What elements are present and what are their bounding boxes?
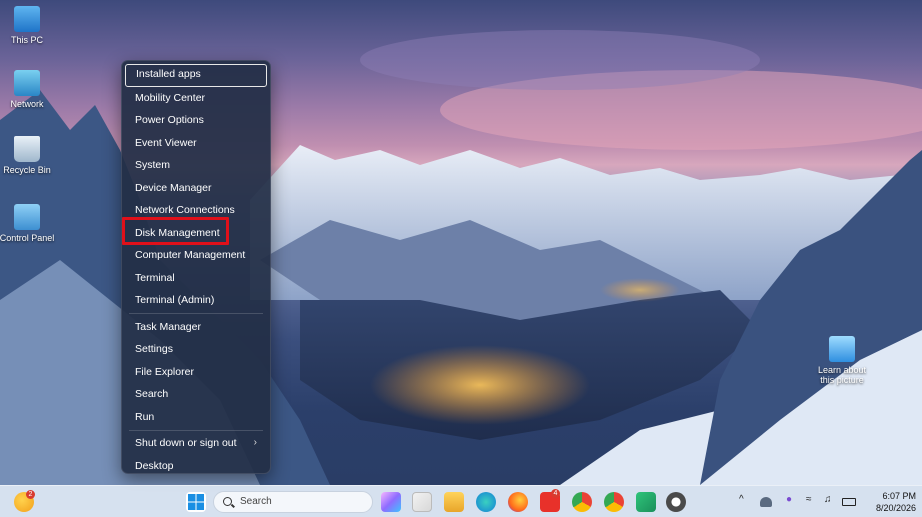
menu-item-mobility-center[interactable]: Mobility Center bbox=[125, 87, 267, 110]
desktop-icon-this-pc[interactable]: This PC bbox=[0, 6, 57, 45]
desktop-icon-label: This PC bbox=[10, 35, 43, 45]
menu-item-label: System bbox=[135, 159, 171, 171]
network-icon bbox=[14, 70, 40, 96]
menu-item-label: Event Viewer bbox=[135, 136, 197, 149]
app-circle-icon[interactable] bbox=[666, 492, 686, 512]
desktop-icon-learn-picture[interactable]: Learn about this picture bbox=[812, 336, 872, 385]
file-explorer-icon[interactable] bbox=[444, 492, 464, 512]
desktop-icon-label: Recycle Bin bbox=[3, 165, 51, 175]
recycle-bin-icon bbox=[14, 136, 40, 162]
menu-item-file-explorer[interactable]: File Explorer bbox=[125, 361, 267, 384]
menu-item-label: Device Manager bbox=[135, 181, 212, 194]
menu-item-terminal[interactable]: Terminal bbox=[125, 267, 267, 290]
start-button[interactable] bbox=[186, 492, 206, 512]
menu-item-label: Settings bbox=[135, 343, 173, 355]
menu-item-label: Mobility Center bbox=[135, 91, 206, 104]
menu-item-power-options[interactable]: Power Options bbox=[125, 109, 267, 132]
menu-item-label: Network Connections bbox=[135, 204, 235, 216]
volume-icon[interactable]: ♫ bbox=[824, 494, 832, 505]
onedrive-icon[interactable] bbox=[760, 497, 772, 507]
desktop-icon-label: Network bbox=[10, 99, 44, 109]
battery-icon[interactable] bbox=[842, 498, 856, 506]
app-badge: 4 bbox=[551, 489, 560, 498]
chrome-icon[interactable] bbox=[572, 492, 592, 512]
menu-item-network-connections[interactable]: Network Connections bbox=[125, 199, 267, 222]
menu-item-label: Disk Management bbox=[135, 226, 220, 239]
menu-item-label: Run bbox=[135, 410, 155, 423]
control-panel-icon bbox=[14, 204, 40, 230]
menu-item-computer-management[interactable]: Computer Management bbox=[125, 244, 267, 267]
desktop-icon-control-panel[interactable]: Control Panel bbox=[0, 204, 57, 243]
menu-item-task-manager[interactable]: Task Manager bbox=[125, 316, 267, 339]
menu-item-label: Task Manager bbox=[135, 320, 201, 333]
desktop-icon-recycle-bin[interactable]: Recycle Bin bbox=[0, 136, 57, 175]
menu-separator bbox=[129, 313, 263, 314]
microphone-icon[interactable]: ● bbox=[786, 494, 792, 505]
menu-item-disk-management[interactable]: Disk Management bbox=[125, 222, 267, 245]
taskbar-search[interactable]: Search bbox=[213, 491, 373, 513]
menu-item-label: Installed apps bbox=[136, 68, 201, 80]
edge-icon[interactable] bbox=[476, 492, 496, 512]
menu-item-run[interactable]: Run bbox=[125, 406, 267, 429]
desktop-icon-label: Control Panel bbox=[0, 233, 55, 243]
menu-item-shut-down[interactable]: Shut down or sign out › bbox=[125, 432, 267, 455]
search-placeholder: Search bbox=[240, 496, 272, 507]
winx-context-menu: Installed apps Mobility Center Power Opt… bbox=[121, 60, 271, 474]
menu-item-label: Desktop bbox=[135, 459, 174, 472]
app-green-icon[interactable] bbox=[636, 492, 656, 512]
menu-item-label: Power Options bbox=[135, 114, 204, 126]
chevron-right-icon: › bbox=[253, 437, 257, 448]
desktop-icon-label: Learn about this picture bbox=[817, 365, 867, 385]
menu-item-settings[interactable]: Settings bbox=[125, 338, 267, 361]
search-icon bbox=[223, 497, 232, 506]
chevron-up-icon[interactable]: ^ bbox=[739, 494, 744, 505]
desktop-icon-network[interactable]: Network bbox=[0, 70, 57, 109]
clock-date: 8/20/2026 bbox=[875, 503, 916, 513]
firefox-icon[interactable] bbox=[508, 492, 528, 512]
menu-item-label: Computer Management bbox=[135, 249, 246, 261]
menu-item-desktop[interactable]: Desktop bbox=[125, 455, 267, 478]
chrome-profile-icon[interactable] bbox=[604, 492, 624, 512]
windows-logo-icon bbox=[188, 494, 204, 510]
store-icon[interactable] bbox=[412, 492, 432, 512]
menu-item-search[interactable]: Search bbox=[125, 383, 267, 406]
menu-item-event-viewer[interactable]: Event Viewer bbox=[125, 132, 267, 155]
menu-item-system[interactable]: System bbox=[125, 154, 267, 177]
taskbar-clock[interactable]: 6:07 PM 8/20/2026 bbox=[876, 490, 916, 514]
wifi-icon[interactable]: ≈ bbox=[806, 494, 812, 505]
weather-badge: 2 bbox=[26, 490, 35, 499]
menu-item-label: File Explorer bbox=[135, 365, 194, 378]
menu-item-label: Shut down or sign out bbox=[135, 437, 237, 449]
taskbar: 2 Search 4 ^ ● ≈ ♫ 6:07 PM 8/20/2026 bbox=[0, 485, 922, 517]
this-pc-icon bbox=[14, 6, 40, 32]
clock-time: 6:07 PM bbox=[882, 491, 916, 501]
menu-item-terminal-admin[interactable]: Terminal (Admin) bbox=[125, 289, 267, 312]
menu-item-label: Terminal (Admin) bbox=[135, 294, 215, 306]
learn-picture-icon bbox=[829, 336, 855, 362]
copilot-icon[interactable] bbox=[381, 492, 401, 512]
menu-separator bbox=[129, 429, 263, 431]
menu-item-label: Search bbox=[135, 388, 169, 400]
menu-item-installed-apps[interactable]: Installed apps bbox=[125, 64, 267, 87]
menu-item-label: Terminal bbox=[135, 271, 175, 284]
menu-item-device-manager[interactable]: Device Manager bbox=[125, 177, 267, 200]
